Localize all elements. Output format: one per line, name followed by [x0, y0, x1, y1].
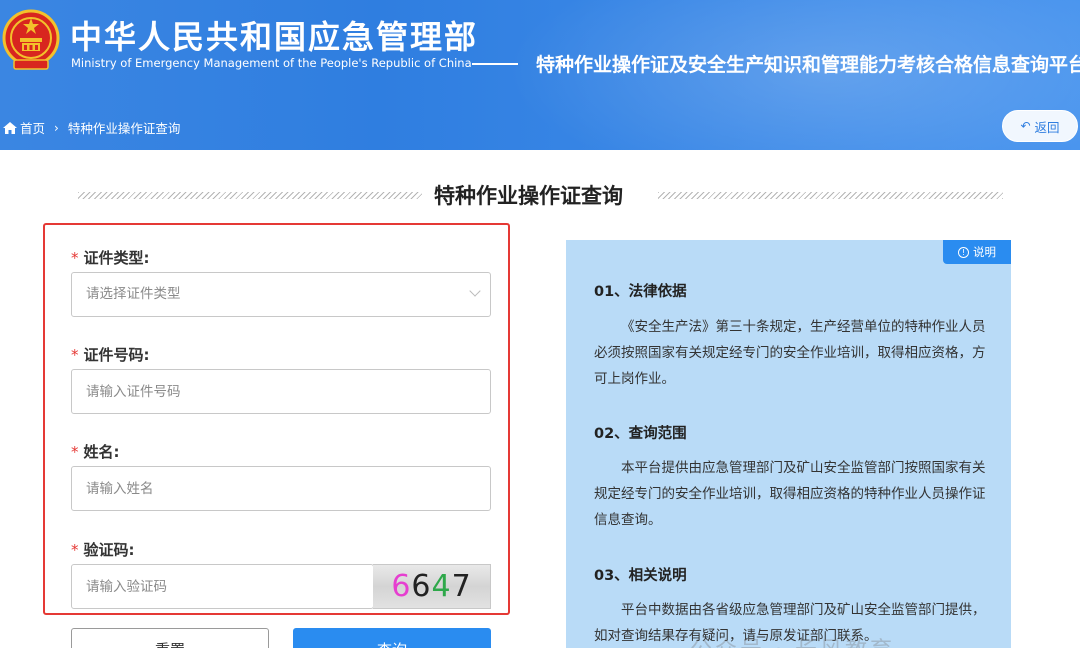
breadcrumb-current: 特种作业操作证查询	[67, 121, 181, 136]
site-header: 中华人民共和国应急管理部 Ministry of Emergency Manag…	[0, 0, 1080, 150]
national-emblem-icon	[2, 9, 60, 70]
captcha-digit: 4	[431, 569, 452, 604]
org-title: 中华人民共和国应急管理部	[70, 18, 479, 56]
title-divider-line	[472, 63, 518, 65]
captcha-label: * 验证码:	[71, 541, 135, 559]
back-button[interactable]: ↶ 返回	[1002, 110, 1078, 142]
breadcrumb-home-link[interactable]: 首页	[20, 118, 45, 137]
info-heading-query-scope: 02、查询范围	[594, 426, 687, 442]
captcha-digit: 6	[391, 569, 412, 604]
captcha-input[interactable]	[71, 564, 374, 609]
submit-query-button[interactable]: 查询	[293, 628, 491, 648]
info-heading-notes: 03、相关说明	[594, 568, 687, 584]
info-panel: ! 说明 01、法律依据 《安全生产法》第三十条规定，生产经营单位的特种作业人员…	[566, 240, 1011, 648]
section-title: 特种作业操作证查询	[434, 184, 623, 208]
breadcrumb: 首页 › 特种作业操作证查询	[2, 118, 180, 137]
info-tag: ! 说明	[943, 240, 1011, 264]
name-input[interactable]	[71, 466, 491, 511]
cert-type-select-value[interactable]: 请选择证件类型	[71, 272, 491, 317]
platform-title: 特种作业操作证及安全生产知识和管理能力考核合格信息查询平台	[536, 54, 1080, 76]
info-circle-icon: !	[958, 246, 969, 258]
org-subtitle: Ministry of Emergency Management of the …	[71, 56, 472, 70]
back-button-label: 返回	[1034, 119, 1060, 135]
heading-decoration-left	[78, 192, 422, 199]
heading-decoration-right	[658, 192, 1003, 199]
cert-number-label: * 证件号码:	[71, 346, 150, 364]
undo-arrow-icon: ↶	[1020, 119, 1031, 133]
watermark: 公众号 · 长风教育	[690, 632, 895, 648]
breadcrumb-separator: ›	[54, 120, 59, 135]
info-text-query-scope: 本平台提供由应急管理部门及矿山安全监管部门按照国家有关规定经专门的安全作业培训，…	[594, 460, 986, 528]
cert-number-input[interactable]	[71, 369, 491, 414]
captcha-digit: 6	[411, 569, 432, 604]
reset-button[interactable]: 重置	[71, 628, 269, 648]
required-mark: *	[71, 346, 79, 364]
required-mark: *	[71, 443, 79, 461]
info-heading-legal-basis: 01、法律依据	[594, 284, 687, 300]
info-tag-label: 说明	[973, 245, 996, 259]
captcha-digit: 7	[451, 569, 472, 604]
captcha-image[interactable]: 6647	[373, 564, 491, 609]
home-icon[interactable]	[2, 121, 18, 135]
name-label: * 姓名:	[71, 443, 120, 461]
cert-type-label: * 证件类型:	[71, 249, 150, 267]
info-text-legal-basis: 《安全生产法》第三十条规定，生产经营单位的特种作业人员必须按照国家有关规定经专门…	[594, 319, 986, 387]
cert-type-select[interactable]: 请选择证件类型	[71, 272, 491, 317]
required-mark: *	[71, 249, 79, 267]
required-mark: *	[71, 541, 79, 559]
section-heading: 特种作业操作证查询	[78, 180, 1003, 212]
